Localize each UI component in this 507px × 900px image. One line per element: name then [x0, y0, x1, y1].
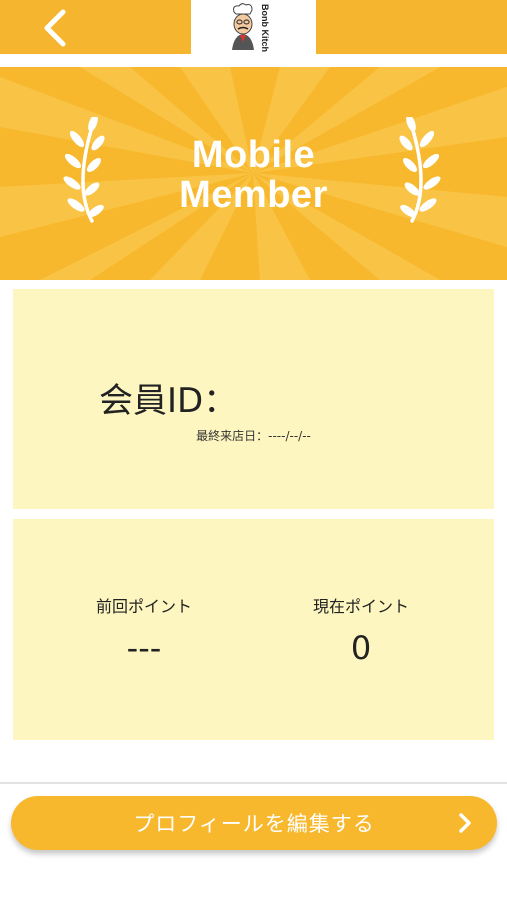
member-info-card: 会員ID： 最終来店日：----/--/-- [13, 289, 494, 509]
edit-profile-button[interactable]: プロフィールを編集する [11, 796, 497, 850]
banner-title-line2: Member [179, 174, 328, 216]
previous-points-value: --- [126, 629, 162, 667]
chevron-right-icon [459, 813, 471, 833]
last-visit-date: 最終来店日：----/--/-- [196, 429, 311, 443]
app-header: Bonb Kitchen [0, 0, 507, 54]
member-banner: Mobile Member [0, 67, 507, 280]
previous-points-label: 前回ポイント [95, 597, 192, 616]
banner-title-line1: Mobile [191, 134, 316, 176]
edit-profile-button-label: プロフィールを編集する [133, 812, 375, 836]
current-points-label: 現在ポイント [312, 597, 409, 616]
brand-logo: Bonb Kitchen [191, 0, 316, 54]
divider [0, 782, 507, 784]
logo-text: Bonb Kitchen [260, 4, 270, 52]
points-card: 前回ポイント --- 現在ポイント 0 [13, 519, 494, 740]
current-points-value: 0 [350, 629, 372, 667]
chef-logo-icon: Bonb Kitchen [231, 3, 270, 52]
member-id-label: 会員ID： [99, 381, 238, 421]
banner-title: Mobile Member [0, 135, 507, 215]
back-button[interactable] [32, 6, 76, 50]
chevron-left-icon [44, 9, 66, 47]
